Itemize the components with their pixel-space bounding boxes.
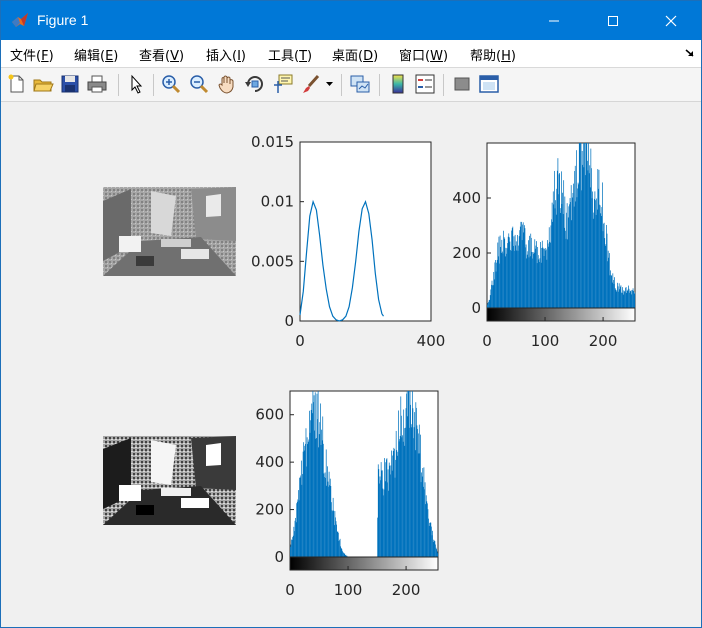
x-tick-label: 100	[334, 581, 363, 599]
menu-view[interactable]: 查看(V)	[139, 45, 184, 64]
menu-file[interactable]: 文件(F)	[10, 45, 54, 64]
print-icon[interactable]	[86, 73, 108, 95]
y-tick-label: 400	[452, 189, 481, 207]
y-tick-label: 0	[471, 299, 481, 317]
colorbar-icon[interactable]	[387, 73, 409, 95]
y-tick-label: 0	[274, 548, 284, 566]
select-arrow-icon[interactable]	[126, 73, 148, 95]
figure-toolbar	[1, 68, 701, 102]
show-plot-tools-icon[interactable]	[478, 73, 500, 95]
menu-insert[interactable]: 插入(I)	[206, 45, 246, 64]
y-tick-label: 400	[255, 453, 284, 471]
y-tick-label: 600	[255, 406, 284, 424]
axes-pdf-line: 0 0.005 0.01 0.015 0 400	[251, 133, 445, 350]
save-icon[interactable]	[59, 73, 81, 95]
y-tick-label: 200	[452, 244, 481, 262]
x-tick-label: 0	[482, 332, 492, 350]
close-button[interactable]	[648, 1, 694, 40]
brush-icon[interactable]	[300, 73, 322, 95]
menu-tools[interactable]: 工具(T)	[268, 45, 312, 64]
menu-edit[interactable]: 编辑(E)	[74, 45, 118, 64]
figure-plots: 0 0.005 0.01 0.015 0 400 0 200 400 0 100 200 0 200 4…	[103, 133, 636, 599]
x-tick-label: 400	[417, 332, 446, 350]
data-cursor-icon[interactable]	[272, 73, 294, 95]
axes-histogram-original: 0 200 400 0 100 200	[452, 142, 636, 350]
x-tick-label: 0	[295, 332, 305, 350]
grayscale-colorbar	[486, 307, 636, 322]
maximize-button[interactable]	[590, 1, 636, 40]
minimize-icon	[549, 20, 559, 21]
figure-window: Figure 1 文件(F) 编辑(E) 查看(V) 插入(I) 工具(T) 桌…	[0, 0, 702, 628]
zoom-out-icon[interactable]	[188, 73, 210, 95]
toolbar-separator	[118, 74, 119, 96]
hide-plot-tools-icon[interactable]	[451, 73, 473, 95]
dock-arrow-icon[interactable]	[685, 48, 695, 58]
title-bar[interactable]: Figure 1	[1, 1, 701, 40]
y-tick-label: 0	[284, 312, 294, 330]
axes-histogram-equalized: 0 200 400 600 0 100 200	[255, 390, 439, 599]
close-icon	[665, 15, 677, 26]
new-figure-icon[interactable]	[6, 73, 28, 95]
menu-bar: 文件(F) 编辑(E) 查看(V) 插入(I) 工具(T) 桌面(D) 窗口(W…	[1, 40, 701, 68]
minimize-button[interactable]	[531, 1, 577, 40]
y-tick-label: 0.015	[251, 133, 294, 151]
x-tick-label: 200	[392, 581, 421, 599]
legend-icon[interactable]	[414, 73, 436, 95]
grayscale-colorbar	[289, 556, 439, 571]
maximize-icon	[608, 15, 618, 26]
window-title: Figure 1	[37, 12, 89, 28]
x-tick-label: 200	[589, 332, 618, 350]
figure-canvas: 0 0.005 0.01 0.015 0 400 0 200 400 0 100 200 0 200 4…	[1, 102, 701, 627]
open-file-icon[interactable]	[32, 73, 54, 95]
toolbar-separator	[341, 74, 342, 96]
pan-hand-icon[interactable]	[216, 73, 238, 95]
menu-window[interactable]: 窗口(W)	[399, 45, 448, 64]
y-tick-label: 0.005	[251, 252, 294, 270]
toolbar-separator	[153, 74, 154, 96]
x-tick-label: 0	[285, 581, 295, 599]
menu-desktop[interactable]: 桌面(D)	[332, 45, 378, 64]
histogram-bar	[634, 292, 636, 308]
chevron-down-icon[interactable]	[326, 82, 334, 88]
x-tick-label: 100	[531, 332, 560, 350]
link-plot-icon[interactable]	[349, 73, 371, 95]
toolbar-separator	[379, 74, 380, 96]
matlab-logo-icon	[12, 13, 28, 27]
rotate-3d-icon[interactable]	[244, 73, 266, 95]
menu-help[interactable]: 帮助(H)	[470, 45, 516, 64]
y-tick-label: 0.01	[261, 193, 294, 211]
image-original	[103, 187, 236, 276]
histogram-bar	[437, 553, 439, 557]
image-equalized	[103, 436, 236, 525]
y-tick-label: 200	[255, 501, 284, 519]
zoom-in-icon[interactable]	[160, 73, 182, 95]
toolbar-separator	[443, 74, 444, 96]
